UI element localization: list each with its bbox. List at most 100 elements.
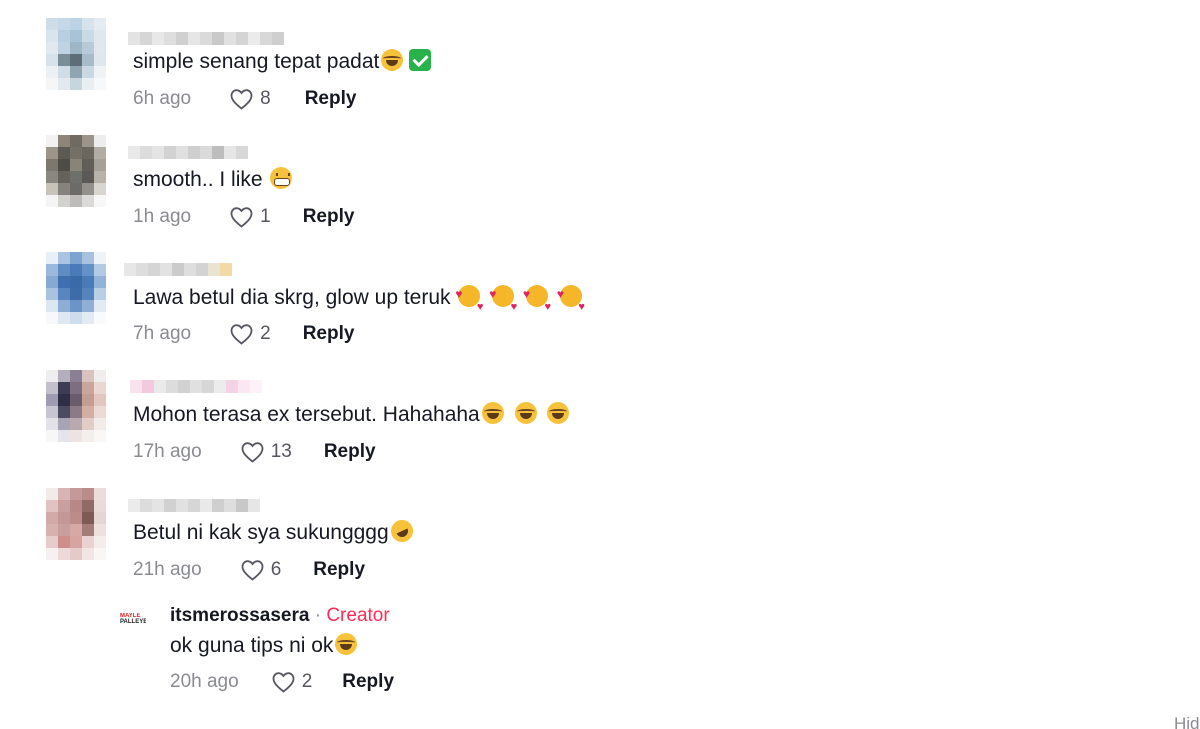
- reply-time: 20h ago: [170, 671, 239, 692]
- avatar-pixel: [82, 312, 94, 324]
- username-pixel: [236, 499, 248, 512]
- username-pixel: [190, 380, 202, 393]
- avatar-pixel: [70, 394, 82, 406]
- like-button[interactable]: 13: [240, 441, 292, 463]
- grinning-emoji-icon: [270, 167, 293, 189]
- username-pixel: [176, 499, 188, 512]
- avatar-pixel: [46, 78, 58, 90]
- avatar[interactable]: [46, 252, 106, 324]
- avatar-pixel: [82, 66, 94, 78]
- username-pixel: [200, 32, 212, 45]
- avatar-pixel: [70, 171, 82, 183]
- avatar-pixel: [94, 312, 106, 324]
- reply-button[interactable]: Reply: [342, 671, 394, 693]
- avatar[interactable]: [46, 135, 106, 207]
- like-button[interactable]: 2: [271, 671, 312, 693]
- username-pixel: [212, 499, 224, 512]
- reply-separator: ·: [309, 605, 327, 626]
- comment-item: smooth.. I like 1h ago 1 Reply: [46, 135, 646, 235]
- avatar-pixel: [46, 536, 58, 548]
- hide-link[interactable]: Hid: [1174, 714, 1200, 729]
- comment-time: 1h ago: [133, 206, 192, 227]
- comment-text: Lawa betul dia skrg, glow up teruk: [133, 281, 585, 320]
- avatar-pixel: [94, 382, 106, 394]
- reply-username[interactable]: itsmerossasera: [170, 605, 309, 626]
- username-pixel: [140, 499, 152, 512]
- heart-outline-icon: [241, 560, 264, 581]
- username-pixel: [128, 32, 140, 45]
- avatar-pixel: [82, 488, 94, 500]
- avatar-pixel: [46, 500, 58, 512]
- comment-meta: 7h ago 2 Reply: [133, 322, 354, 346]
- username[interactable]: [124, 263, 232, 276]
- avatar-pixel: [94, 488, 106, 500]
- avatar-pixel: [94, 159, 106, 171]
- username[interactable]: [130, 380, 262, 393]
- avatar-pixel: [94, 18, 106, 30]
- avatar-pixel: [58, 512, 70, 524]
- like-count: 2: [260, 323, 271, 344]
- avatar-pixel: [46, 30, 58, 42]
- avatar-pixel: [70, 430, 82, 442]
- avatar[interactable]: [46, 488, 106, 560]
- username-pixel: [164, 32, 176, 45]
- username-pixel: [136, 263, 148, 276]
- avatar-pixel: [58, 288, 70, 300]
- reply-button[interactable]: Reply: [303, 323, 355, 345]
- username-pixel: [154, 380, 166, 393]
- avatar-pixel: [82, 171, 94, 183]
- avatar[interactable]: [46, 18, 106, 90]
- avatar-pixel: [94, 430, 106, 442]
- avatar-pixel: [70, 418, 82, 430]
- avatar-pixel: [94, 512, 106, 524]
- avatar-pixel: [58, 406, 70, 418]
- avatar-pixel: [70, 18, 82, 30]
- username-pixel: [164, 146, 176, 159]
- like-button[interactable]: 2: [229, 323, 271, 345]
- like-count: 1: [260, 206, 271, 227]
- avatar-pixel: [58, 252, 70, 264]
- username[interactable]: [128, 146, 248, 159]
- creator-avatar[interactable]: MAYLE PALLEYBEAM: [120, 613, 146, 625]
- avatar-pixel: [58, 312, 70, 324]
- avatar-pixel: [46, 159, 58, 171]
- avatar-pixel: [94, 536, 106, 548]
- username-pixel: [178, 380, 190, 393]
- like-button[interactable]: 1: [229, 206, 271, 228]
- avatar-pixel: [58, 536, 70, 548]
- username-pixel: [128, 499, 140, 512]
- heart-outline-icon: [230, 324, 253, 345]
- avatar-pixel: [58, 30, 70, 42]
- reply-meta: 20h ago 2 Reply: [170, 670, 394, 694]
- avatar-pixel: [46, 288, 58, 300]
- avatar-pixel: [82, 135, 94, 147]
- username-pixel: [164, 499, 176, 512]
- heart-outline-icon: [272, 672, 295, 693]
- comment-time: 7h ago: [133, 323, 192, 344]
- like-button[interactable]: 8: [229, 88, 271, 110]
- avatar-pixel: [58, 488, 70, 500]
- avatar-pixel: [70, 54, 82, 66]
- avatar-pixel: [58, 78, 70, 90]
- reply-item: MAYLE PALLEYBEAM itsmerossasera · Creato…: [120, 605, 620, 705]
- avatar-pixel: [70, 78, 82, 90]
- avatar-pixel: [94, 252, 106, 264]
- like-button[interactable]: 6: [240, 559, 281, 581]
- reply-button[interactable]: Reply: [303, 206, 355, 228]
- username[interactable]: [128, 499, 260, 512]
- avatar-pixel: [82, 382, 94, 394]
- avatar-pixel: [94, 500, 106, 512]
- username[interactable]: [128, 32, 284, 45]
- comment-item: simple senang tepat padat 6h ago 8 Reply: [46, 18, 646, 118]
- reply-button[interactable]: Reply: [305, 88, 357, 110]
- reply-button[interactable]: Reply: [324, 441, 376, 463]
- username-pixel: [152, 32, 164, 45]
- reply-button[interactable]: Reply: [313, 559, 365, 581]
- avatar[interactable]: [46, 370, 106, 442]
- avatar-pixel: [70, 536, 82, 548]
- username-pixel: [248, 499, 260, 512]
- username-pixel: [212, 146, 224, 159]
- username-pixel: [196, 263, 208, 276]
- avatar-pixel: [94, 418, 106, 430]
- avatar-pixel: [46, 54, 58, 66]
